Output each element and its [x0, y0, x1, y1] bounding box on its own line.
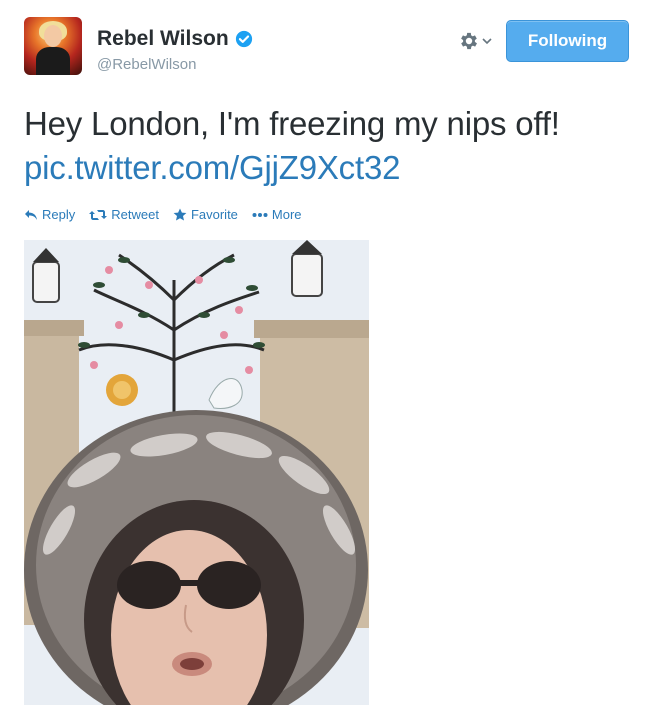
- retweet-label: Retweet: [111, 207, 159, 222]
- more-label: More: [271, 207, 302, 222]
- star-icon: [173, 208, 187, 221]
- verified-badge-icon: [235, 30, 252, 48]
- tweet-card: Rebel Wilson @RebelWilson Following Hey …: [0, 0, 650, 724]
- more-dots-icon: [252, 212, 268, 217]
- reply-icon: [25, 209, 37, 220]
- favorite-label: Favorite: [190, 207, 238, 222]
- tweet-actions: Reply Retweet Favorite More: [24, 207, 302, 222]
- user-actions-menu[interactable]: [458, 30, 492, 52]
- chevron-down-icon: [482, 38, 492, 45]
- reply-label: Reply: [42, 207, 76, 222]
- tweet-text: Hey London, I'm freezing my nips off! pi…: [24, 102, 644, 190]
- retweet-button[interactable]: Retweet: [89, 207, 159, 222]
- favorite-button[interactable]: Favorite: [173, 207, 238, 222]
- tweet-body: Hey London, I'm freezing my nips off!: [24, 105, 560, 142]
- tweet-media-link[interactable]: pic.twitter.com/GjjZ9Xct32: [24, 146, 644, 190]
- user-name-label[interactable]: Rebel Wilson: [97, 27, 229, 51]
- user-name[interactable]: Rebel Wilson: [97, 27, 253, 51]
- selfie-image: [24, 240, 369, 705]
- following-button[interactable]: Following: [506, 20, 629, 62]
- user-handle[interactable]: @RebelWilson: [97, 56, 196, 73]
- avatar[interactable]: [24, 17, 82, 75]
- more-button[interactable]: More: [252, 207, 302, 222]
- reply-button[interactable]: Reply: [24, 207, 75, 222]
- gear-icon: [461, 32, 477, 50]
- tweet-photo[interactable]: [24, 240, 369, 705]
- retweet-icon: [89, 209, 108, 220]
